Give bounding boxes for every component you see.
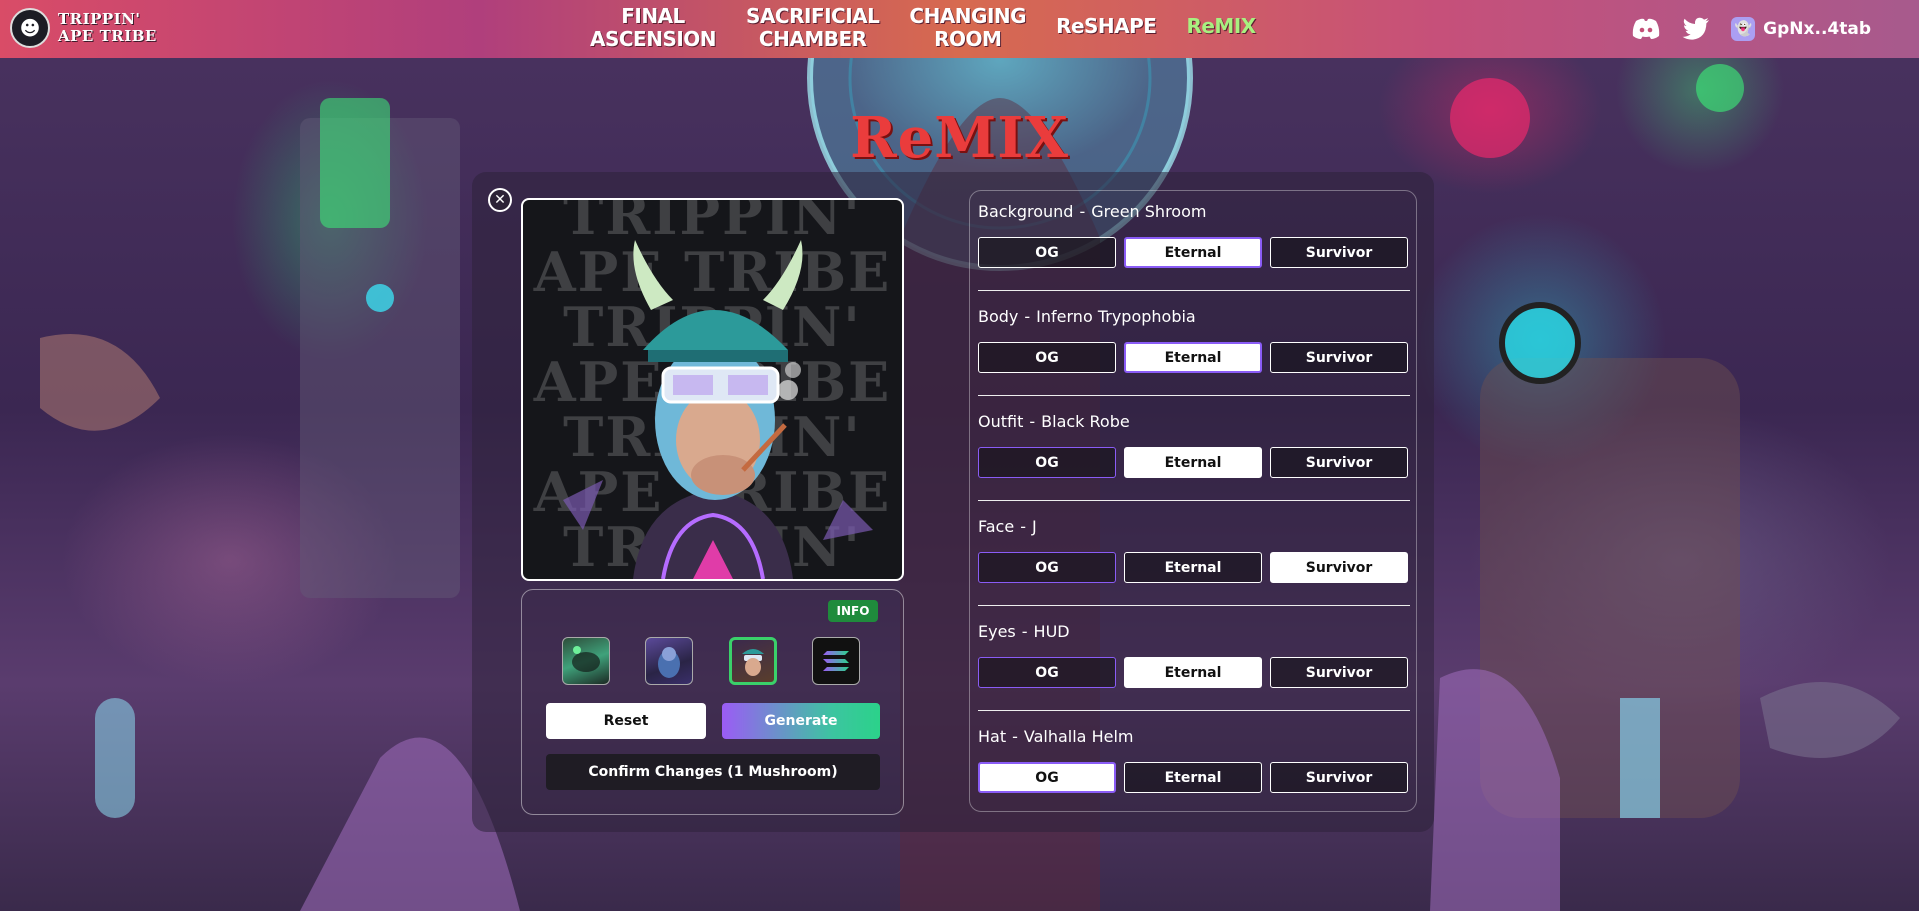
- trait-name: Face: [978, 517, 1015, 536]
- trait-background: Background - Green Shroom OG Eternal Survi…: [978, 201, 1410, 291]
- trait-hat: Hat - Valhalla Helm OG Eternal Survivor: [978, 726, 1410, 793]
- trait-name: Outfit: [978, 412, 1024, 431]
- body-icon: [658, 647, 680, 678]
- option-survivor[interactable]: Survivor: [1270, 657, 1408, 688]
- phantom-wallet-icon: 👻: [1731, 17, 1756, 41]
- thumbnail-ape[interactable]: [729, 637, 777, 685]
- trait-title: Face - J: [978, 517, 1037, 536]
- option-survivor[interactable]: Survivor: [1270, 342, 1408, 373]
- logo-line1: TRIPPIN': [58, 10, 141, 28]
- ape-character-icon: [563, 240, 873, 579]
- info-button[interactable]: INFO: [828, 600, 878, 622]
- thumbnail-background[interactable]: [562, 637, 610, 685]
- ape-preview-image: TRIPPIN' APE TRIBE TRIPPIN' APE TRIBE TR…: [521, 198, 904, 581]
- trait-options: OG Eternal Survivor: [978, 447, 1410, 478]
- wallet-address: GpNx..4tab: [1763, 19, 1871, 39]
- option-eternal[interactable]: Eternal: [1124, 342, 1262, 373]
- option-og[interactable]: OG: [978, 657, 1116, 688]
- option-eternal[interactable]: Eternal: [1124, 237, 1262, 268]
- wallet-button[interactable]: 👻 GpNx..4tab: [1731, 17, 1871, 41]
- logo-line2: APE TRIBE: [58, 27, 157, 45]
- nav-links: FINAL ASCENSION SACRIFICIAL CHAMBER CHAN…: [590, 5, 1286, 51]
- option-og[interactable]: OG: [978, 342, 1116, 373]
- trait-name: Body: [978, 307, 1019, 326]
- nav-final-ascension-line2: ASCENSION: [590, 27, 717, 51]
- confirm-changes-button[interactable]: Confirm Changes (1 Mushroom): [546, 754, 880, 790]
- option-eternal[interactable]: Eternal: [1124, 762, 1262, 793]
- nav-sacrificial-chamber[interactable]: SACRIFICIAL CHAMBER: [746, 4, 880, 51]
- ape-thumbnail-icon: [742, 649, 764, 676]
- option-survivor[interactable]: Survivor: [1270, 762, 1408, 793]
- trait-name: Hat: [978, 727, 1007, 746]
- thumbnail-body[interactable]: [645, 637, 693, 685]
- trait-name: Background: [978, 202, 1074, 221]
- nav-sacrificial-chamber-line2: CHAMBER: [758, 27, 867, 51]
- option-eternal[interactable]: Eternal: [1124, 447, 1262, 478]
- trait-face: Face - J OG Eternal Survivor: [978, 516, 1410, 606]
- trait-options: OG Eternal Survivor: [978, 552, 1410, 583]
- thumbnail-solana[interactable]: [812, 637, 860, 685]
- nav-sacrificial-chamber-line1: SACRIFICIAL: [746, 4, 880, 28]
- trait-value: Inferno Trypophobia: [1036, 307, 1196, 326]
- site-logo[interactable]: ☻ TRIPPIN' APE TRIBE: [10, 8, 157, 48]
- option-og[interactable]: OG: [978, 762, 1116, 793]
- option-og[interactable]: OG: [978, 447, 1116, 478]
- nav-changing-room-line2: ROOM: [934, 27, 1002, 51]
- option-og[interactable]: OG: [978, 552, 1116, 583]
- option-survivor[interactable]: Survivor: [1270, 447, 1408, 478]
- ape-logo-icon: ☻: [10, 8, 50, 48]
- option-eternal[interactable]: Eternal: [1124, 657, 1262, 688]
- close-icon[interactable]: ✕: [488, 188, 512, 212]
- trait-name: Eyes: [978, 622, 1016, 641]
- divider: [978, 710, 1410, 711]
- trait-title: Eyes - HUD: [978, 622, 1070, 641]
- trait-options: OG Eternal Survivor: [978, 342, 1410, 373]
- trait-title: Hat - Valhalla Helm: [978, 727, 1134, 746]
- page-title: ReMIX: [850, 105, 1069, 171]
- shroom-background-icon: [572, 646, 600, 672]
- option-survivor[interactable]: Survivor: [1270, 237, 1408, 268]
- discord-icon[interactable]: [1631, 14, 1661, 44]
- nav-reshape[interactable]: ReSHAPE: [1056, 5, 1157, 38]
- option-survivor[interactable]: Survivor: [1270, 552, 1408, 583]
- trait-body: Body - Inferno Trypophobia OG Eternal Surv…: [978, 306, 1410, 396]
- nav-changing-room-line1: CHANGING: [909, 4, 1027, 28]
- trait-title: Body - Inferno Trypophobia: [978, 307, 1196, 326]
- trait-options: OG Eternal Survivor: [978, 657, 1410, 688]
- trait-value: Green Shroom: [1091, 202, 1207, 221]
- trait-title: Outfit - Black Robe: [978, 412, 1130, 431]
- logo-text: TRIPPIN' APE TRIBE: [58, 11, 157, 45]
- trait-outfit: Outfit - Black Robe OG Eternal Survivor: [978, 411, 1410, 501]
- nav-final-ascension[interactable]: FINAL ASCENSION: [590, 4, 717, 51]
- trait-value: Valhalla Helm: [1023, 727, 1134, 746]
- generate-button[interactable]: Generate: [722, 703, 880, 739]
- divider: [978, 395, 1410, 396]
- divider: [978, 605, 1410, 606]
- divider: [978, 500, 1410, 501]
- trait-value: HUD: [1033, 622, 1070, 641]
- twitter-icon[interactable]: [1681, 14, 1711, 44]
- trait-value: Black Robe: [1041, 412, 1130, 431]
- option-eternal[interactable]: Eternal: [1124, 552, 1262, 583]
- trait-eyes: Eyes - HUD OG Eternal Survivor: [978, 621, 1410, 711]
- trait-value: J: [1031, 517, 1037, 536]
- top-navbar: ☻ TRIPPIN' APE TRIBE FINAL ASCENSION SAC…: [0, 0, 1919, 58]
- solana-icon: [823, 651, 849, 671]
- nav-remix[interactable]: ReMIX: [1186, 5, 1256, 38]
- trait-options: OG Eternal Survivor: [978, 762, 1410, 793]
- trait-options: OG Eternal Survivor: [978, 237, 1410, 268]
- nav-changing-room[interactable]: CHANGING ROOM: [909, 5, 1026, 51]
- nav-right: 👻 GpNx..4tab: [1631, 14, 1871, 44]
- option-og[interactable]: OG: [978, 237, 1116, 268]
- trait-title: Background - Green Shroom: [978, 202, 1207, 221]
- divider: [978, 290, 1410, 291]
- traits-panel: Background - Green Shroom OG Eternal Survi…: [969, 190, 1417, 812]
- reset-button[interactable]: Reset: [546, 703, 706, 739]
- nav-final-ascension-line1: FINAL: [621, 4, 685, 28]
